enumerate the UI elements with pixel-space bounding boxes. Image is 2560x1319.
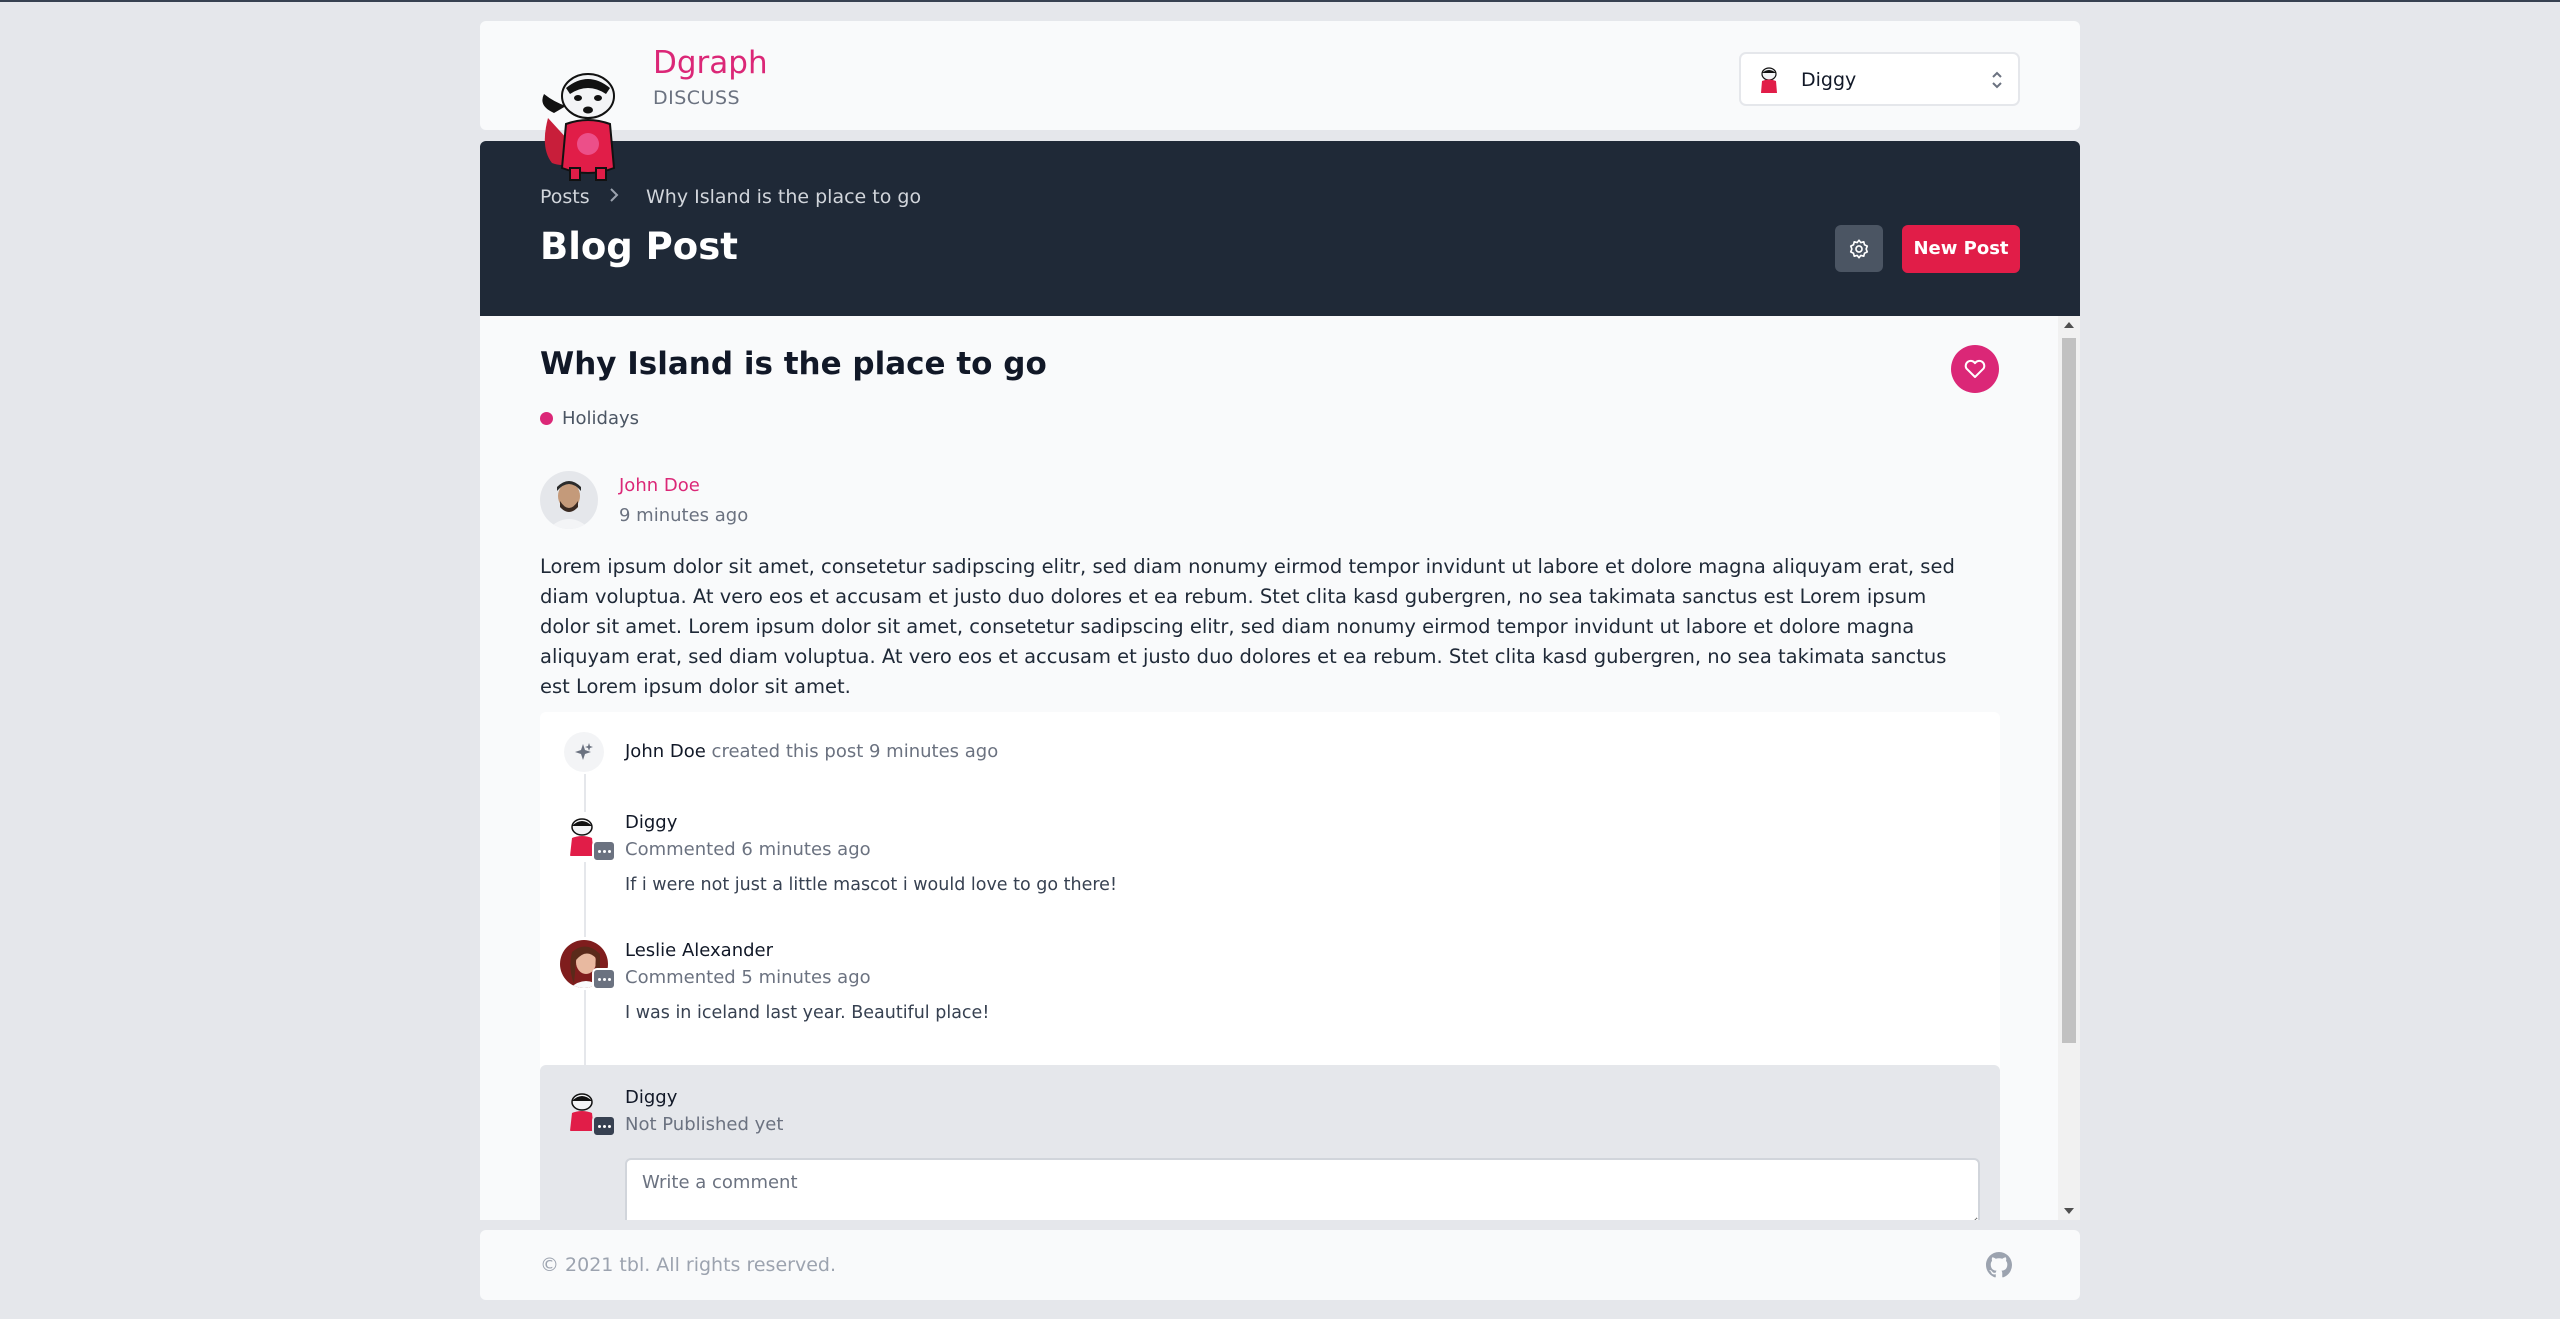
comment-author[interactable]: Diggy <box>625 812 677 833</box>
chevron-right-icon <box>610 188 619 202</box>
comment-time: Commented 5 minutes ago <box>625 967 871 988</box>
heart-icon <box>1964 359 1986 378</box>
chat-bubble-icon <box>592 840 616 862</box>
breadcrumb-current[interactable]: Why Island is the place to go <box>646 186 921 208</box>
composer-author: Diggy <box>625 1087 678 1108</box>
brand-subtitle: DISCUSS <box>653 87 741 109</box>
like-button[interactable] <box>1951 345 1999 393</box>
chat-bubble-icon <box>592 968 616 990</box>
post-body: Lorem ipsum dolor sit amet, consetetur s… <box>540 555 1955 698</box>
comment-input[interactable] <box>625 1158 1980 1220</box>
sparkles-icon <box>575 743 593 760</box>
chevron-up-down-icon <box>1992 71 2002 89</box>
composer-status: Not Published yet <box>625 1114 784 1135</box>
activity-timeline: John Doe created this post 9 minutes ago… <box>540 712 2000 1220</box>
author-avatar[interactable] <box>540 471 598 529</box>
tag-dot <box>540 412 553 425</box>
created-event-author[interactable]: John Doe <box>625 741 706 762</box>
timeline-connector <box>584 774 586 812</box>
created-event: John Doe created this post 9 minutes ago <box>625 741 998 762</box>
timeline-connector <box>584 990 586 1065</box>
diggy-mascot-logo[interactable] <box>540 58 632 185</box>
scroll-up-arrow[interactable] <box>2064 322 2074 328</box>
comment-text: I was in iceland last year. Beautiful pl… <box>625 1003 990 1023</box>
scroll-down-arrow[interactable] <box>2064 1208 2074 1214</box>
gear-icon <box>1849 239 1869 259</box>
author-name[interactable]: John Doe <box>619 475 700 496</box>
new-post-button[interactable]: New Post <box>1902 225 2020 273</box>
content-scrollbar[interactable] <box>2058 316 2080 1220</box>
page-title: Blog Post <box>540 225 738 268</box>
post-time: 9 minutes ago <box>619 505 749 526</box>
post-content: Why Island is the place to go Holidays J… <box>480 316 2080 1220</box>
page-hero: Posts Why Island is the place to go Blog… <box>480 141 2080 316</box>
user-select[interactable]: Diggy <box>1739 52 2020 106</box>
comment-author[interactable]: Leslie Alexander <box>625 940 773 961</box>
post-tag[interactable]: Holidays <box>562 408 639 429</box>
created-event-icon <box>564 732 604 772</box>
site-header: Dgraph DISCUSS Diggy <box>480 21 2080 181</box>
settings-button[interactable] <box>1835 225 1883 272</box>
chat-bubble-icon <box>592 1115 616 1137</box>
copyright: © 2021 tbl. All rights reserved. <box>540 1254 836 1276</box>
scrollbar-thumb[interactable] <box>2062 338 2076 1043</box>
comment-text: If i were not just a little mascot i wou… <box>625 875 1117 895</box>
site-footer: © 2021 tbl. All rights reserved. <box>480 1230 2080 1300</box>
comment-time: Commented 6 minutes ago <box>625 839 871 860</box>
timeline-connector <box>584 862 586 937</box>
github-icon[interactable] <box>1986 1252 2012 1278</box>
brand-name[interactable]: Dgraph <box>653 45 768 81</box>
created-event-text: created this post 9 minutes ago <box>711 741 999 762</box>
user-avatar <box>1761 67 1777 93</box>
window-top-border <box>0 0 2560 2</box>
selected-user-name: Diggy <box>1801 69 1857 91</box>
comment-composer: Diggy Not Published yet <box>540 1065 2000 1220</box>
breadcrumb-posts-link[interactable]: Posts <box>540 186 590 208</box>
post-title: Why Island is the place to go <box>540 346 1047 382</box>
